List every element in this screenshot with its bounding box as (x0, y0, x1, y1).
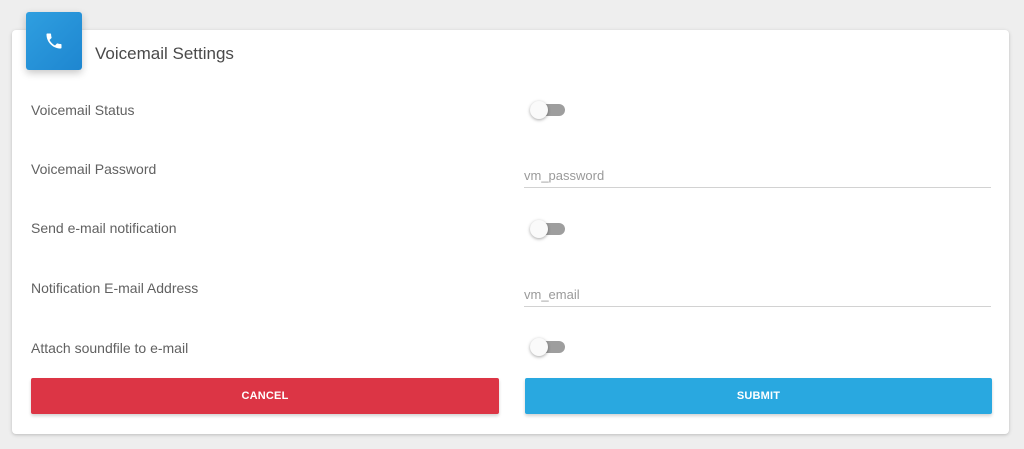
notification-email-input[interactable] (524, 282, 991, 307)
voicemail-password-label: Voicemail Password (31, 161, 157, 177)
submit-button[interactable]: SUBMIT (525, 378, 992, 414)
voicemail-status-toggle[interactable] (530, 100, 566, 120)
send-email-notification-label: Send e-mail notification (31, 220, 177, 236)
voicemail-status-label: Voicemail Status (31, 102, 135, 118)
toggle-knob (530, 101, 548, 119)
attach-soundfile-label: Attach soundfile to e-mail (31, 340, 189, 356)
send-email-notification-toggle[interactable] (530, 219, 566, 239)
header-icon-box (26, 12, 82, 70)
phone-icon (46, 33, 62, 49)
page-title: Voicemail Settings (95, 44, 234, 63)
cancel-button[interactable]: CANCEL (31, 378, 499, 414)
voicemail-password-input[interactable] (524, 163, 991, 188)
attach-soundfile-toggle[interactable] (530, 337, 566, 357)
toggle-knob (530, 338, 548, 356)
toggle-knob (530, 220, 548, 238)
notification-email-label: Notification E-mail Address (31, 280, 199, 296)
